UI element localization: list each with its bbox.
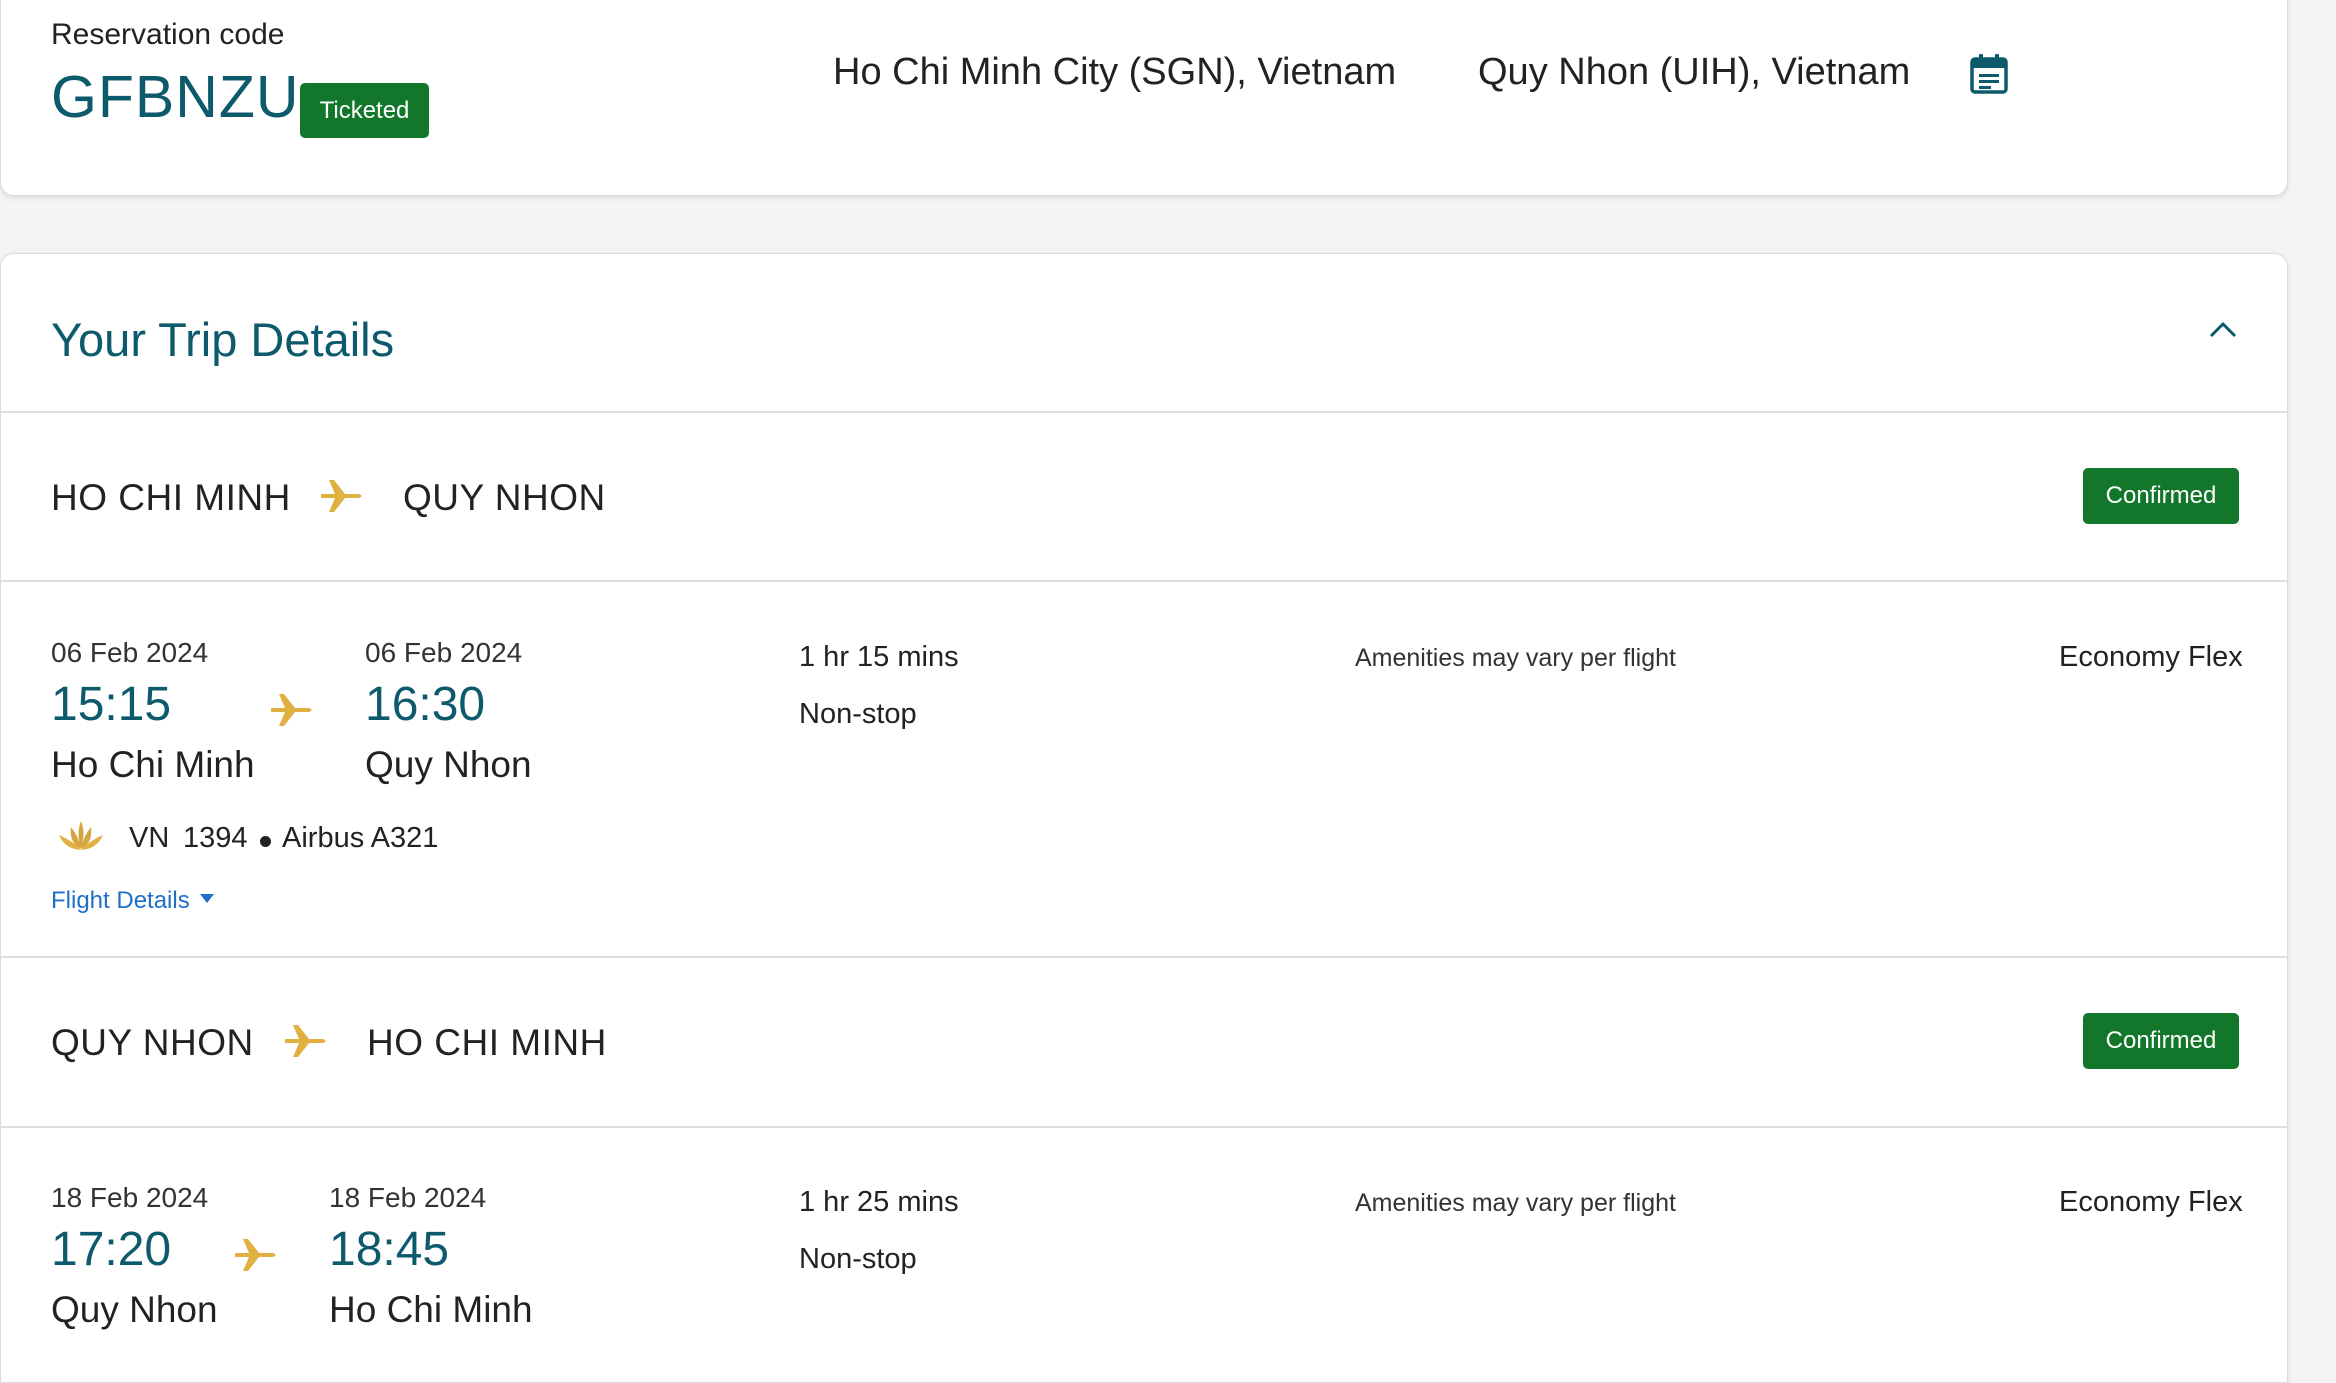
arrival-time: 16:30 — [365, 678, 486, 731]
divider — [1, 956, 2287, 958]
arrival-time: 18:45 — [329, 1223, 450, 1276]
departure-time: 15:15 — [51, 678, 172, 731]
flight-duration: 1 hr 25 mins — [799, 1186, 959, 1218]
flight-number: 1394 — [183, 822, 248, 854]
flight-details-toggle[interactable]: Flight Details — [51, 887, 215, 915]
plane-icon — [233, 1235, 279, 1280]
caret-down-icon — [200, 890, 215, 908]
ticketed-badge: Ticketed — [300, 83, 429, 138]
amenities-note: Amenities may vary per flight — [1355, 1189, 1676, 1217]
arrival-date: 18 Feb 2024 — [329, 1182, 487, 1213]
flight-details-link[interactable]: Flight Details — [51, 887, 190, 914]
origin-city: Ho Chi Minh City (SGN), Vietnam — [833, 51, 1397, 93]
reservation-label: Reservation code — [51, 18, 285, 51]
arrival-city: Ho Chi Minh — [329, 1289, 533, 1330]
plane-icon — [319, 476, 365, 521]
chevron-up-icon[interactable] — [2209, 320, 2237, 338]
divider — [1, 411, 2287, 413]
plane-icon — [283, 1021, 329, 1066]
confirmed-badge: Confirmed — [2083, 468, 2239, 524]
trip-details-title: Your Trip Details — [51, 313, 395, 366]
departure-city: Quy Nhon — [51, 1289, 218, 1330]
fare-class: Economy Flex — [2059, 641, 2243, 673]
carrier-code: VN — [129, 822, 170, 854]
trip-details-card: Your Trip Details HO CHI MINH QUY NHON C… — [0, 253, 2288, 1383]
route-to: QUY NHON — [403, 477, 606, 518]
amenities-note: Amenities may vary per flight — [1355, 644, 1676, 672]
airline-logo-icon — [55, 819, 107, 858]
flight-duration: 1 hr 15 mins — [799, 641, 959, 673]
arrival-date: 06 Feb 2024 — [365, 637, 523, 668]
destination-city: Quy Nhon (UIH), Vietnam — [1478, 51, 1911, 93]
reservation-code: GFBNZU — [51, 64, 300, 130]
calendar-icon[interactable] — [1969, 53, 2009, 95]
divider — [1, 1126, 2287, 1128]
plane-icon — [269, 690, 315, 735]
arrival-city: Quy Nhon — [365, 744, 532, 785]
stops-info: Non-stop — [799, 698, 917, 730]
stops-info: Non-stop — [799, 1243, 917, 1275]
aircraft-type: Airbus A321 — [282, 822, 439, 854]
reservation-card: Reservation code GFBNZU Ticketed Ho Chi … — [0, 0, 2288, 196]
fare-class: Economy Flex — [2059, 1186, 2243, 1218]
confirmed-badge: Confirmed — [2083, 1013, 2239, 1069]
departure-date: 06 Feb 2024 — [51, 637, 209, 668]
departure-city: Ho Chi Minh — [51, 744, 255, 785]
departure-time: 17:20 — [51, 1223, 172, 1276]
route-from: QUY NHON — [51, 1022, 254, 1063]
departure-date: 18 Feb 2024 — [51, 1182, 209, 1213]
divider — [1, 580, 2287, 582]
separator-dot — [260, 836, 271, 847]
route-from: HO CHI MINH — [51, 477, 291, 518]
route-to: HO CHI MINH — [367, 1022, 607, 1063]
